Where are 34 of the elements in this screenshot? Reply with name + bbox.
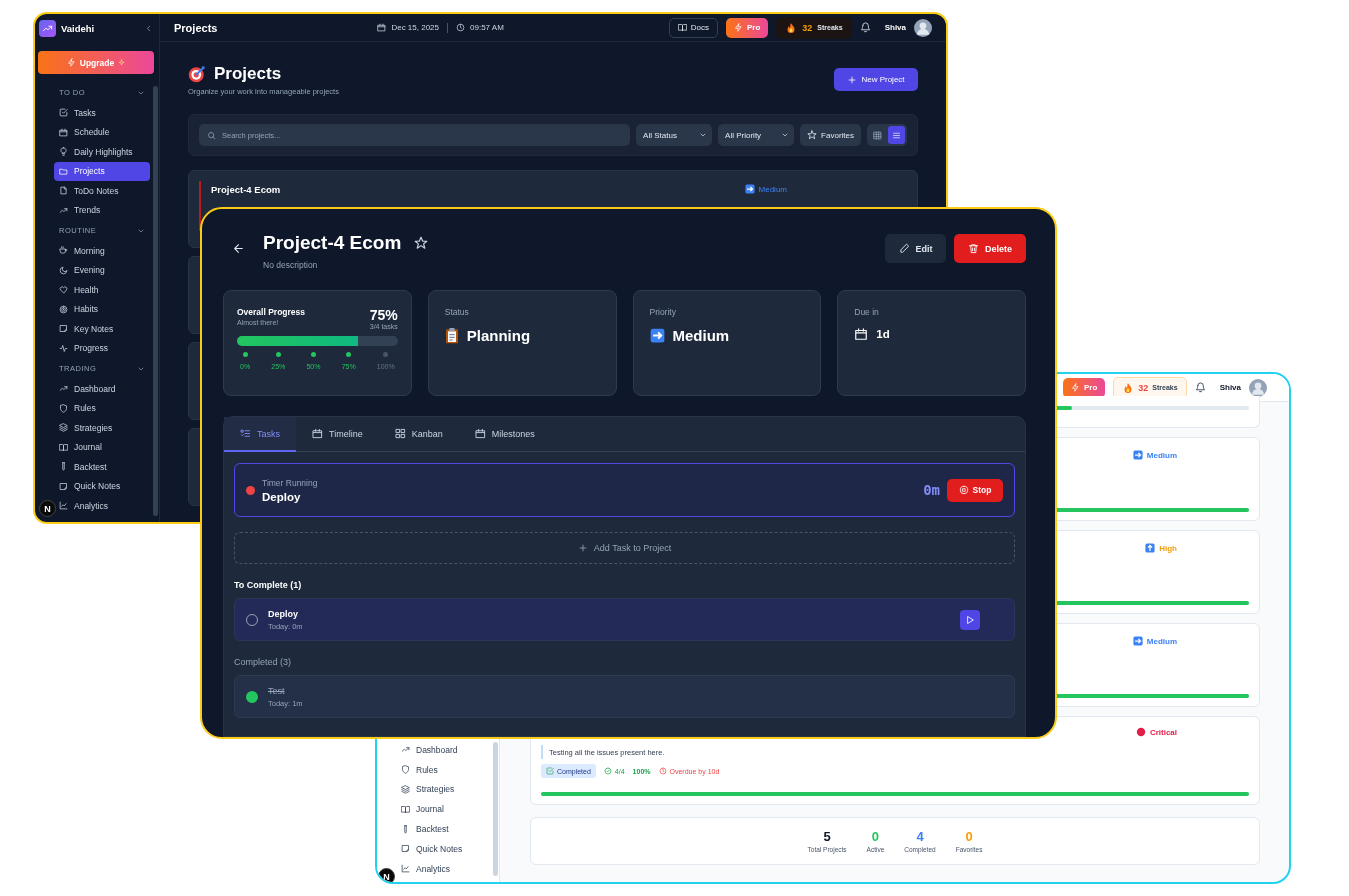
priority-label: High xyxy=(1145,543,1177,553)
stat-value: 0 xyxy=(871,829,880,844)
priority-label: Medium xyxy=(1132,450,1177,460)
due-value: 1d xyxy=(876,328,890,340)
stat-value: 4 xyxy=(916,829,924,844)
group-title: To Complete (1) xyxy=(234,580,303,590)
progress-label: Overall Progress xyxy=(237,307,306,317)
priority-value: Medium xyxy=(672,327,730,344)
timer-label: Timer Running xyxy=(262,477,318,488)
progress-percent: 75% xyxy=(369,307,398,323)
page-title: Projects xyxy=(174,21,218,34)
date-text: Dec 15, 2025 xyxy=(391,23,439,32)
stat-value: 0 xyxy=(965,829,973,844)
user-name: Shiva xyxy=(884,23,906,32)
group-title: Completed (3) xyxy=(234,657,293,667)
card-label: Due in xyxy=(854,307,880,317)
project-title: Project-4 Ecom xyxy=(263,232,402,254)
card-label: Status xyxy=(444,307,470,317)
elapsed-time: 0m xyxy=(923,482,940,498)
user-name: Shiva xyxy=(1219,383,1241,392)
priority-label: Medium xyxy=(1132,636,1177,646)
project-description: No description xyxy=(263,260,319,270)
brand-name: Vaidehi xyxy=(61,22,96,34)
priority-label: Medium xyxy=(744,183,787,195)
card-label: Priority xyxy=(649,307,677,317)
page-heading: Projects xyxy=(214,64,282,84)
project-name: Project-4 Ecom xyxy=(211,184,281,196)
time-text: 09:57 AM xyxy=(470,23,504,32)
timer-task: Deploy xyxy=(262,490,302,503)
task-name: Test xyxy=(268,685,286,696)
stat-value: 5 xyxy=(823,829,831,844)
task-name: Deploy xyxy=(268,608,299,619)
status-value: Planning xyxy=(466,327,531,344)
priority-label: Critical xyxy=(1135,727,1177,737)
